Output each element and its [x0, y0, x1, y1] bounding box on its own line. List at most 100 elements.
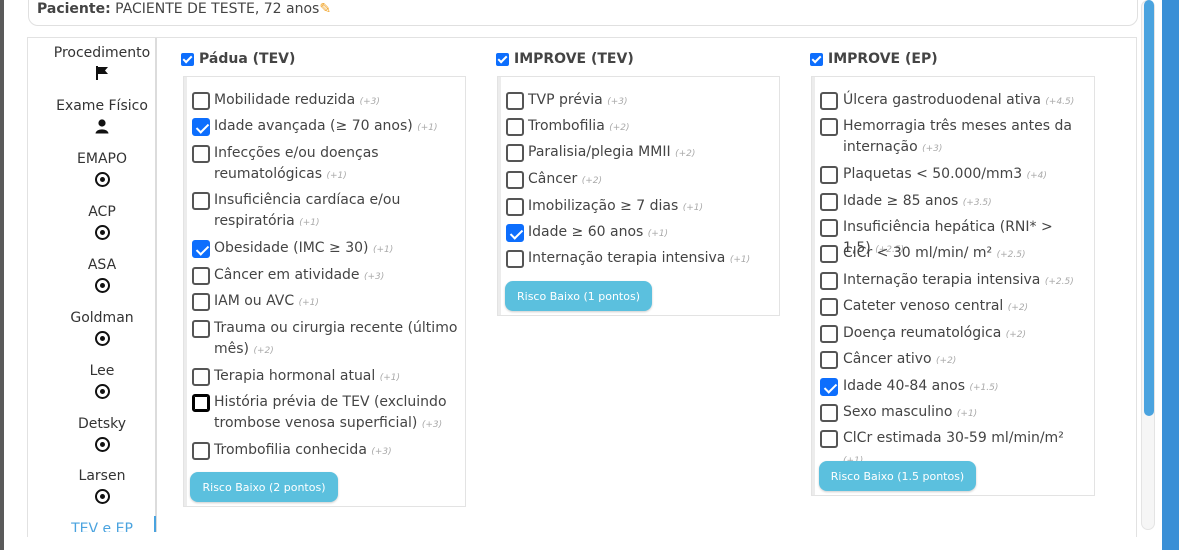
criterion-checkbox[interactable]: [192, 92, 210, 110]
criterion-label[interactable]: Insuficiência cardíaca e/ou respiratória…: [214, 190, 462, 234]
criterion-label[interactable]: Imobilização ≥ 7 dias (+1): [528, 196, 768, 219]
criterion-label[interactable]: Úlcera gastroduodenal ativa (+4.5): [843, 90, 1083, 113]
criterion-label[interactable]: Idade 40-84 anos (+1.5): [843, 376, 1083, 399]
section-checkbox[interactable]: [181, 52, 194, 66]
criterion-checkbox[interactable]: [506, 250, 524, 268]
criterion-label[interactable]: TVP prévia (+3): [528, 90, 768, 113]
criterion-label[interactable]: História prévia de TEV (excluindo trombo…: [214, 392, 462, 436]
criterion-checkbox[interactable]: [820, 166, 838, 184]
criterion-checkbox[interactable]: [506, 92, 524, 110]
target-icon: [94, 489, 110, 504]
sidebar-item-label: TEV e EP: [71, 521, 133, 532]
criterion-text: Trombofilia conhecida: [214, 442, 367, 458]
criterion-points: (+3): [421, 420, 443, 430]
criterion-checkbox[interactable]: [820, 219, 838, 237]
criterion-checkbox[interactable]: [192, 394, 210, 412]
criterion-label[interactable]: ClCr < 30 ml/min/ m² (+2.5): [843, 243, 1083, 266]
sidebar-item-exame-fisico[interactable]: Exame Físico: [32, 97, 155, 134]
criterion-text: TVP prévia: [528, 92, 603, 108]
criterion-label[interactable]: Trombofilia (+2): [528, 116, 768, 139]
criterion-label[interactable]: Idade ≥ 85 anos (+3.5): [843, 191, 1083, 214]
criterion-points: (+1): [372, 245, 394, 255]
criterion-checkbox[interactable]: [820, 404, 838, 422]
criterion-label[interactable]: Idade ≥ 60 anos (+1): [528, 222, 768, 245]
criterion-checkbox[interactable]: [820, 193, 838, 211]
sidebar: Procedimento Exame Físico EMAPO ACP ASA …: [32, 38, 157, 532]
criterion-label[interactable]: Cateter venoso central (+2): [843, 296, 1083, 319]
criterion-checkbox[interactable]: [506, 198, 524, 216]
criterion-text: Internação terapia intensiva: [843, 272, 1041, 288]
sidebar-item-detsky[interactable]: Detsky: [32, 415, 155, 452]
criterion-text: Hemorragia três meses antes da internaçã…: [843, 118, 1072, 155]
padua-title[interactable]: Pádua (TEV): [181, 51, 295, 67]
criterion-label[interactable]: Plaquetas < 50.000/mm3 (+4): [843, 164, 1083, 187]
criterion-label[interactable]: Doença reumatológica (+2): [843, 323, 1083, 346]
criterion-label[interactable]: Terapia hormonal atual (+1): [214, 366, 462, 389]
criterion-points: (+2): [253, 346, 274, 356]
criterion-checkbox[interactable]: [820, 430, 838, 448]
criterion-text: IAM ou AVC: [214, 293, 295, 309]
criterion-checkbox[interactable]: [192, 368, 210, 386]
padua-title-label: Pádua (TEV): [199, 51, 296, 67]
improve-ep-title[interactable]: IMPROVE (EP): [810, 51, 938, 67]
criterion-text: Câncer em atividade: [214, 267, 360, 283]
sidebar-item-larsen[interactable]: Larsen: [32, 467, 155, 504]
criterion-text: Infecções e/ou doenças reumatológicas: [214, 145, 379, 182]
criterion-label[interactable]: Idade avançada (≥ 70 anos) (+1): [214, 116, 462, 139]
sidebar-item-emapo[interactable]: EMAPO: [32, 150, 155, 187]
criterion-label[interactable]: Internação terapia intensiva (+2.5): [843, 270, 1083, 293]
pencil-icon[interactable]: ✎: [319, 1, 331, 17]
criterion-label[interactable]: Internação terapia intensiva (+1): [528, 248, 768, 271]
criterion-checkbox[interactable]: [192, 320, 210, 338]
sidebar-item-lee[interactable]: Lee: [32, 362, 155, 399]
criterion-label[interactable]: IAM ou AVC (+1): [214, 291, 462, 314]
criterion-label[interactable]: Câncer (+2): [528, 169, 768, 192]
improve-ep-risk-button[interactable]: Risco Baixo (1.5 pontos): [819, 461, 976, 491]
criterion-label[interactable]: Obesidade (IMC ≥ 30) (+1): [214, 238, 462, 261]
scrollbar-thumb[interactable]: [1144, 0, 1154, 416]
criterion-label[interactable]: Infecções e/ou doenças reumatológicas (+…: [214, 143, 462, 187]
criterion-points: (+2.5): [996, 250, 1026, 260]
active-tab-marker: [154, 516, 156, 532]
section-checkbox[interactable]: [496, 52, 509, 66]
sidebar-item-goldman[interactable]: Goldman: [32, 309, 155, 346]
criterion-checkbox[interactable]: [820, 92, 838, 110]
sidebar-item-tev-ep[interactable]: TEV e EP: [32, 520, 155, 532]
sidebar-item-acp[interactable]: ACP: [32, 203, 155, 240]
criterion-checkbox[interactable]: [506, 171, 524, 189]
sidebar-item-label: Goldman: [70, 310, 134, 326]
improve-tev-risk-button[interactable]: Risco Baixo (1 pontos): [505, 281, 652, 311]
criterion-checkbox[interactable]: [506, 144, 524, 162]
criterion-checkbox[interactable]: [192, 240, 210, 258]
criterion-checkbox[interactable]: [192, 192, 210, 210]
criterion-checkbox[interactable]: [192, 293, 210, 311]
sidebar-item-asa[interactable]: ASA: [32, 256, 155, 293]
criterion-checkbox[interactable]: [192, 442, 210, 460]
criterion-checkbox[interactable]: [820, 325, 838, 343]
criterion-label[interactable]: Câncer em atividade (+3): [214, 265, 462, 288]
criterion-label[interactable]: Trauma ou cirurgia recente (último mês) …: [214, 318, 462, 362]
sidebar-item-procedimento[interactable]: Procedimento: [32, 44, 155, 81]
criterion-checkbox[interactable]: [820, 245, 838, 263]
criterion-checkbox[interactable]: [820, 378, 838, 396]
criterion-label[interactable]: Hemorragia três meses antes da internaçã…: [843, 116, 1083, 160]
criterion-checkbox[interactable]: [820, 351, 838, 369]
criterion-points: (+1): [647, 229, 669, 239]
criterion-label[interactable]: Sexo masculino (+1): [843, 402, 1083, 425]
improve-tev-title[interactable]: IMPROVE (TEV): [496, 51, 634, 67]
criterion-checkbox[interactable]: [192, 145, 210, 163]
criterion-label[interactable]: Paralisia/plegia MMII (+2): [528, 142, 768, 165]
criterion-label[interactable]: Câncer ativo (+2): [843, 349, 1083, 372]
criterion-label[interactable]: Mobilidade reduzida (+3): [214, 90, 462, 113]
criterion-checkbox[interactable]: [192, 267, 210, 285]
criterion-checkbox[interactable]: [820, 298, 838, 316]
section-checkbox[interactable]: [810, 52, 823, 66]
criterion-checkbox[interactable]: [820, 118, 838, 136]
target-icon: [94, 278, 110, 293]
criterion-checkbox[interactable]: [506, 224, 524, 242]
padua-risk-button[interactable]: Risco Baixo (2 pontos): [190, 472, 338, 502]
criterion-label[interactable]: Trombofilia conhecida (+3): [214, 440, 462, 463]
criterion-checkbox[interactable]: [192, 118, 210, 136]
criterion-checkbox[interactable]: [506, 118, 524, 136]
criterion-checkbox[interactable]: [820, 272, 838, 290]
